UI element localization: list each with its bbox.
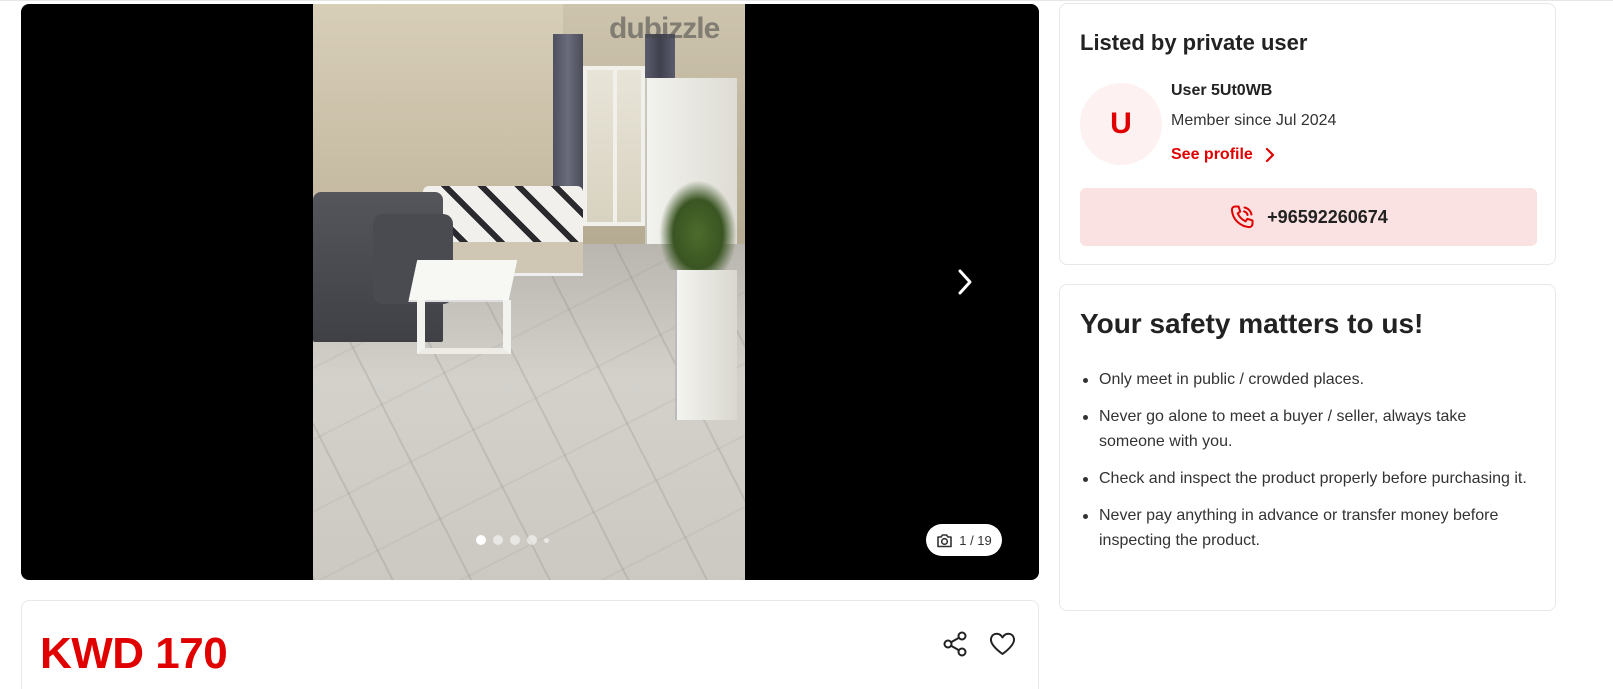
pagination-dot-active[interactable] [476, 535, 486, 545]
seller-avatar[interactable]: U [1080, 83, 1162, 165]
watermark-logo: dubizzle [609, 12, 720, 45]
seller-name[interactable]: User 5Ut0WB [1171, 82, 1272, 100]
gallery-pagination-dots [476, 535, 549, 545]
safety-title: Your safety matters to us! [1080, 308, 1424, 339]
safety-tip: Only meet in public / crowded places. [1080, 367, 1530, 392]
camera-icon [937, 533, 953, 547]
safety-tip: Check and inspect the product properly b… [1080, 466, 1530, 491]
safety-tip: Never pay anything in advance or transfe… [1080, 503, 1530, 553]
safety-tips-card: Your safety matters to us! Only meet in … [1059, 284, 1556, 611]
call-seller-button[interactable]: +96592260674 [1080, 188, 1537, 246]
price-card: KWD 170 [21, 600, 1039, 689]
pagination-dot[interactable] [527, 535, 537, 545]
top-divider [0, 0, 1613, 1]
heart-icon [989, 632, 1015, 655]
favorite-button[interactable] [986, 628, 1018, 660]
pagination-dot[interactable] [510, 535, 520, 545]
seller-card: Listed by private user U User 5Ut0WB Mem… [1059, 3, 1556, 265]
pagination-dot[interactable] [544, 537, 549, 543]
share-button[interactable] [939, 628, 971, 660]
share-icon [943, 631, 967, 657]
listing-photo[interactable]: dubizzle [313, 4, 745, 580]
photo-wall-left [313, 4, 563, 214]
photo-tv-stand [675, 270, 737, 420]
see-profile-label: See profile [1171, 146, 1253, 163]
phone-icon [1231, 205, 1254, 229]
next-image-button[interactable] [945, 262, 985, 302]
safety-tips-list: Only meet in public / crowded places. Ne… [1080, 367, 1530, 565]
member-since: Member since Jul 2024 [1171, 112, 1337, 129]
chevron-right-icon [1265, 147, 1274, 163]
chevron-right-icon [958, 269, 972, 295]
phone-number: +96592260674 [1267, 206, 1388, 227]
image-counter-text: 1 / 19 [959, 532, 992, 548]
photo-window [583, 66, 645, 226]
photo-plant [659, 180, 737, 270]
see-profile-link[interactable]: See profile [1171, 146, 1275, 164]
seller-card-title: Listed by private user [1080, 30, 1308, 55]
image-counter-badge[interactable]: 1 / 19 [926, 524, 1002, 556]
photo-coffee-table-legs [417, 300, 511, 354]
image-gallery[interactable]: dubizzle 1 / 19 [21, 4, 1039, 580]
safety-tip: Never go alone to meet a buyer / seller,… [1080, 404, 1530, 454]
photo-coffee-table [408, 260, 518, 300]
listing-price: KWD 170 [40, 629, 228, 678]
pagination-dot[interactable] [493, 535, 503, 545]
